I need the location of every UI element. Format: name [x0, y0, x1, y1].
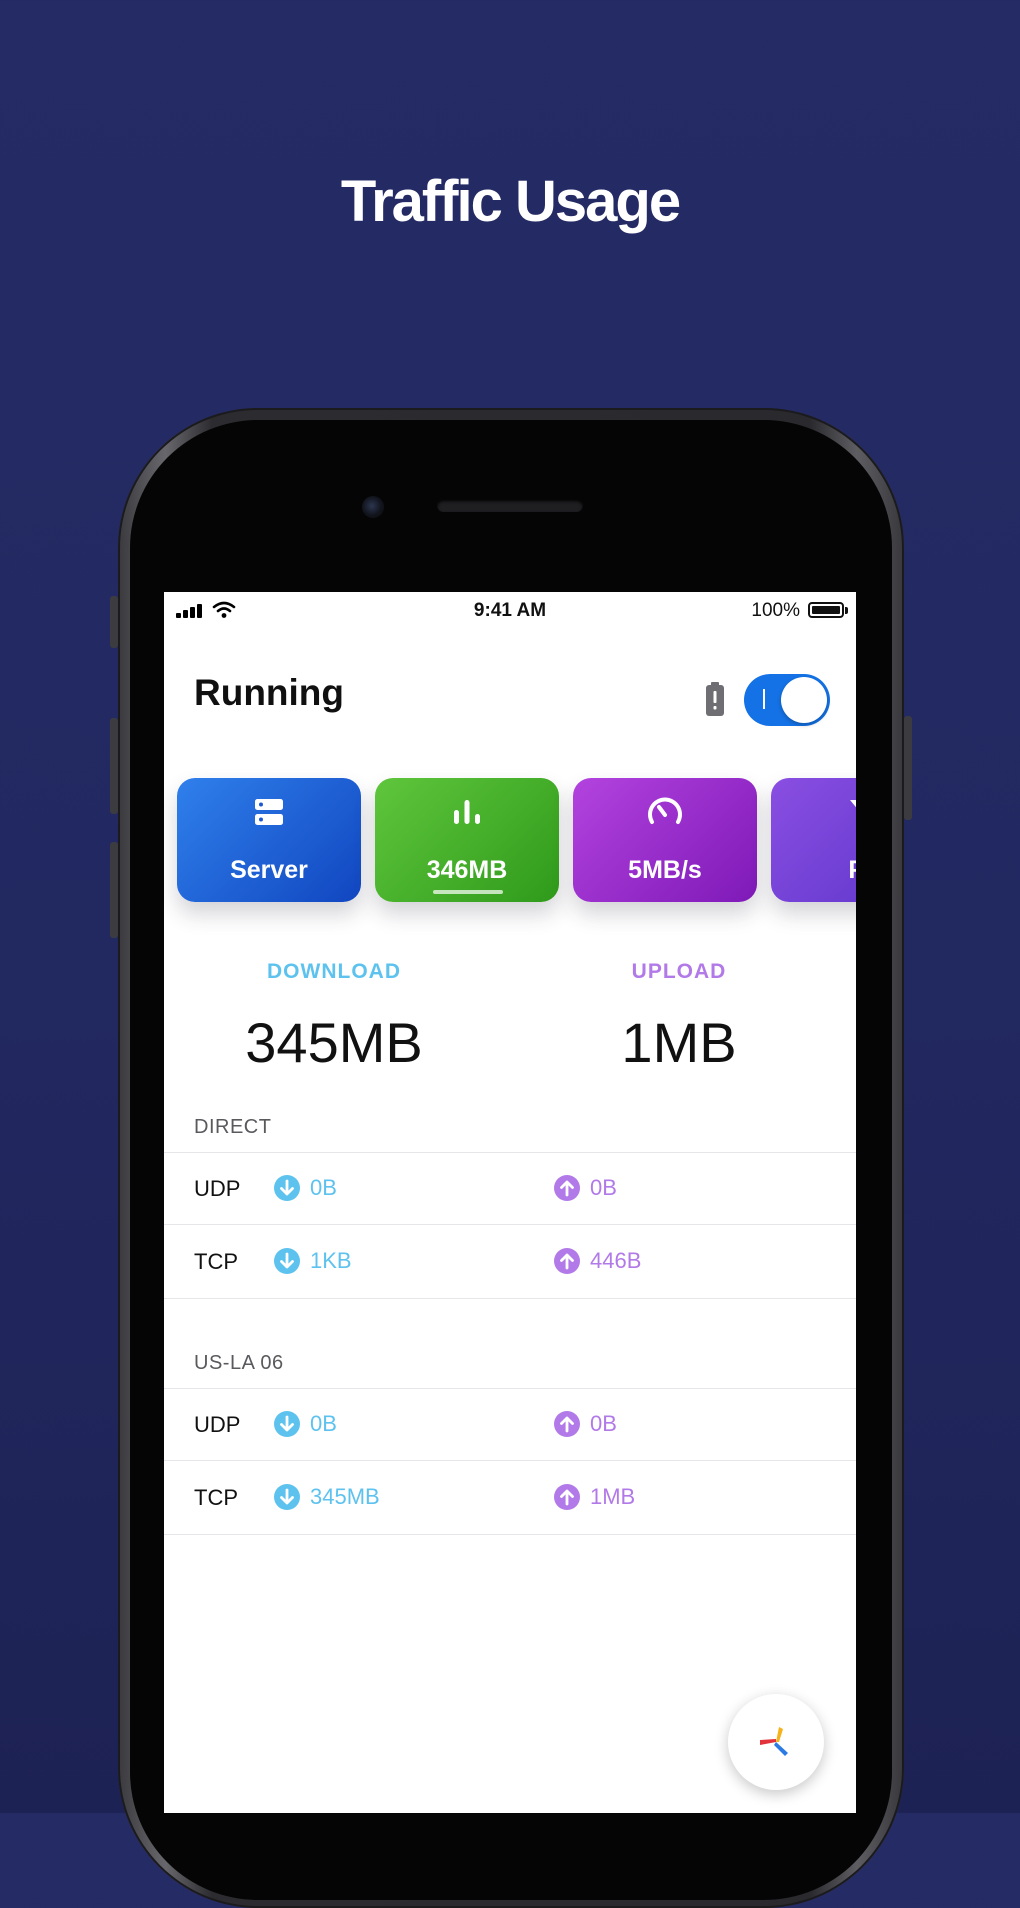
download-stat: 0B	[274, 1174, 337, 1202]
upload-stat: 0B	[554, 1174, 617, 1202]
filter-icon	[771, 796, 856, 836]
arrow-down-circle-icon	[274, 1484, 300, 1511]
filter-card-label: Fil	[771, 856, 856, 885]
upload-stat: 446B	[554, 1247, 642, 1275]
arrow-up-circle-icon	[554, 1175, 580, 1202]
arrow-down-circle-icon	[274, 1248, 300, 1275]
traffic-card-label: 346MB	[426, 856, 508, 884]
headline: Traffic Usage	[340, 169, 681, 234]
download-value: 345MB	[310, 1484, 380, 1510]
earpiece-speaker	[437, 499, 583, 512]
server-card-label: Server	[230, 856, 308, 884]
divider	[164, 1298, 856, 1299]
volume-down-button	[110, 842, 118, 938]
app-logo-button[interactable]	[728, 1694, 824, 1790]
download-total: 345MB	[245, 1011, 423, 1074]
arrow-up-circle-icon	[554, 1411, 580, 1438]
divider	[164, 1460, 856, 1461]
download-value: 1KB	[310, 1248, 352, 1274]
app-screen: 9:41 AM 100% Running Server 346MB 5MB/s …	[164, 592, 856, 1813]
upload-stat: 1MB	[554, 1483, 636, 1511]
status-bar: 9:41 AM 100%	[164, 592, 856, 628]
upload-stat: 0B	[554, 1410, 617, 1438]
row-protocol: UDP	[194, 1176, 241, 1201]
filter-card[interactable]: Fil	[771, 778, 856, 902]
speedometer-icon	[573, 796, 757, 836]
divider	[164, 1388, 856, 1389]
download-stat: 345MB	[274, 1483, 380, 1511]
battery-full-icon	[808, 602, 844, 618]
toggle-on-mark	[763, 689, 765, 709]
download-value: 0B	[310, 1411, 337, 1437]
download-stat: 0B	[274, 1410, 337, 1438]
app-logo-icon	[760, 1727, 788, 1756]
upload-label: UPLOAD	[631, 960, 727, 983]
upload-total: 1MB	[621, 1011, 737, 1074]
row-protocol: TCP	[194, 1485, 238, 1510]
arrow-up-circle-icon	[554, 1248, 580, 1275]
upload-value: 1MB	[590, 1484, 636, 1510]
bar-chart-icon	[375, 796, 559, 836]
download-value: 0B	[310, 1175, 337, 1201]
divider	[164, 1152, 856, 1153]
power-button	[904, 716, 912, 820]
upload-value: 0B	[590, 1411, 617, 1437]
row-protocol: UDP	[194, 1412, 241, 1437]
traffic-card[interactable]: 346MB	[375, 778, 559, 902]
download-label: DOWNLOAD	[267, 960, 401, 983]
speed-card[interactable]: 5MB/s	[573, 778, 757, 902]
front-camera	[362, 496, 384, 518]
battery-percent: 100%	[751, 600, 800, 621]
active-card-indicator	[433, 890, 503, 894]
section-header-server: US-LA 06	[194, 1352, 284, 1374]
speed-card-label: 5MB/s	[628, 856, 702, 884]
battery-tip	[845, 607, 848, 614]
battery-alert-icon[interactable]	[706, 682, 724, 716]
volume-up-button	[110, 718, 118, 814]
download-stat: 1KB	[274, 1247, 352, 1275]
server-card[interactable]: Server	[177, 778, 361, 902]
vpn-toggle[interactable]	[744, 674, 830, 726]
mute-switch	[110, 596, 118, 648]
arrow-down-circle-icon	[274, 1175, 300, 1202]
upload-value: 0B	[590, 1175, 617, 1201]
upload-value: 446B	[590, 1248, 642, 1274]
arrow-up-circle-icon	[554, 1484, 580, 1511]
divider	[164, 1534, 856, 1535]
row-protocol: TCP	[194, 1249, 238, 1274]
toggle-knob	[781, 677, 827, 723]
divider	[164, 1224, 856, 1225]
section-header-direct: DIRECT	[194, 1116, 272, 1138]
arrow-down-circle-icon	[274, 1411, 300, 1438]
page-title: Running	[194, 672, 345, 713]
server-icon	[177, 796, 361, 836]
